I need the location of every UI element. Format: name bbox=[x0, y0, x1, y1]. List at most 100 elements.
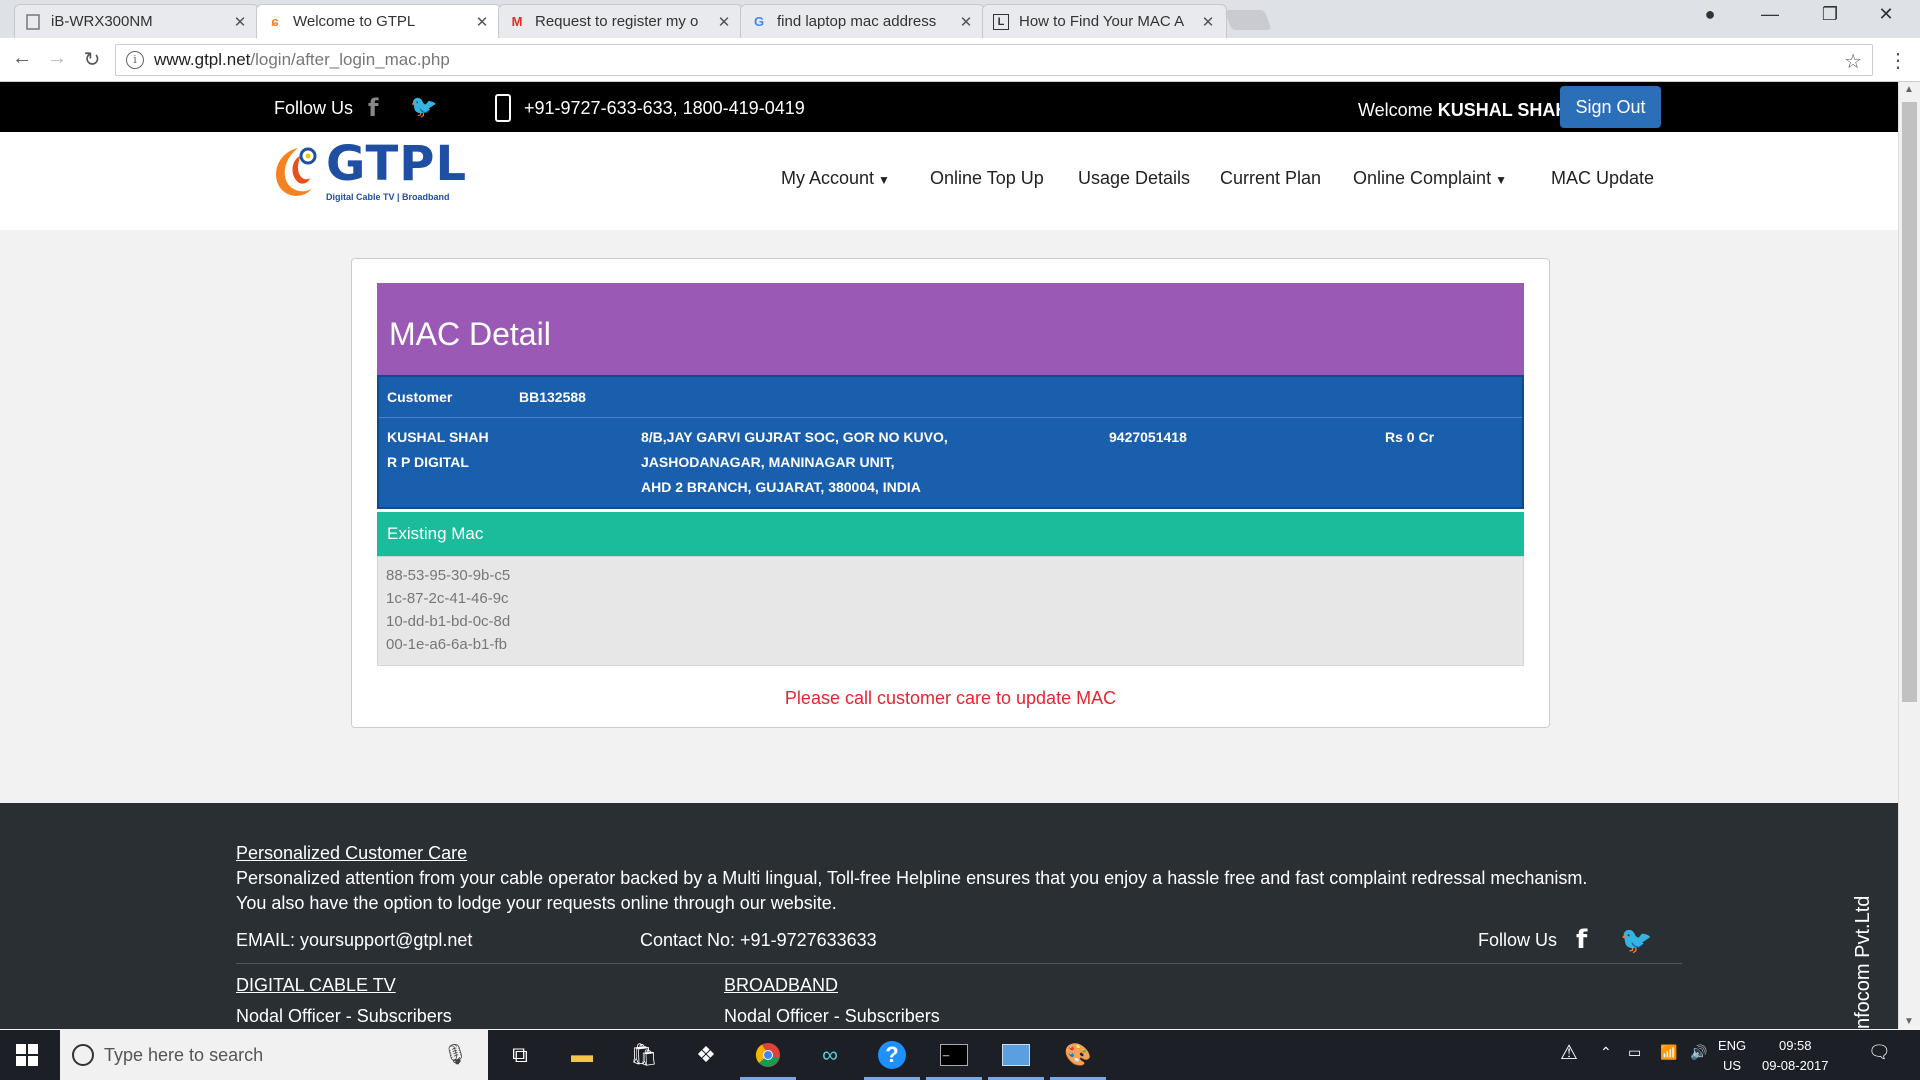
input-language[interactable]: ENG US bbox=[1718, 1036, 1746, 1076]
tab-google-search[interactable]: G find laptop mac address ✕ bbox=[740, 4, 985, 38]
nav-mac-update[interactable]: MAC Update bbox=[1551, 168, 1654, 189]
gtpl-icon: ɕ bbox=[271, 14, 279, 29]
info-icon[interactable]: i bbox=[126, 51, 144, 69]
gtpl-logo[interactable]: GTPL Digital Cable TV | Broadband bbox=[270, 136, 466, 206]
l-icon: L bbox=[993, 13, 1009, 30]
wifi-icon[interactable]: 📶 bbox=[1660, 1044, 1677, 1061]
facebook-icon[interactable]: f bbox=[368, 94, 378, 122]
url-input[interactable]: i www.gtpl.net/login/after_login_mac.php… bbox=[115, 44, 1873, 76]
url-host: www.gtpl.net bbox=[154, 50, 251, 69]
infinity-icon[interactable]: ∞ bbox=[810, 1038, 850, 1072]
nav-label: My Account bbox=[781, 168, 875, 188]
site-top-bar: Follow Us f 🐦 +91-9727-633-633, 1800-419… bbox=[0, 82, 1898, 132]
back-arrow-icon[interactable]: ← bbox=[10, 47, 34, 70]
close-icon[interactable]: ✕ bbox=[474, 13, 490, 31]
dropbox-icon[interactable]: ❖ bbox=[686, 1038, 726, 1072]
care-title: Personalized Customer Care bbox=[236, 843, 468, 863]
terminal-icon[interactable]: _ bbox=[926, 1038, 982, 1080]
customer-balance: Rs 0 Cr bbox=[1385, 429, 1435, 445]
nav-my-account[interactable]: My Account ▼ bbox=[781, 168, 890, 189]
forward-arrow-icon[interactable]: → bbox=[45, 47, 69, 70]
nav-usage-details[interactable]: Usage Details bbox=[1078, 168, 1190, 189]
scroll-up-icon[interactable]: ▲ bbox=[1904, 84, 1914, 95]
scroll-down-icon[interactable]: ▼ bbox=[1904, 1016, 1914, 1027]
nav-online-complaint[interactable]: Online Complaint ▼ bbox=[1353, 168, 1507, 189]
bookmark-star-icon[interactable]: ☆ bbox=[1844, 49, 1862, 74]
window-close-icon[interactable]: ✕ bbox=[1866, 4, 1906, 25]
digital-cable-link[interactable]: DIGITAL CABLE TV bbox=[236, 975, 396, 996]
customer-id: BB132588 bbox=[519, 389, 586, 405]
url-path: /login/after_login_mac.php bbox=[250, 50, 450, 69]
tray-expand-icon[interactable]: ⌃ bbox=[1600, 1044, 1612, 1061]
file-explorer-icon[interactable]: ▬ bbox=[562, 1038, 602, 1072]
footer-email[interactable]: EMAIL: yoursupport@gtpl.net bbox=[236, 930, 472, 951]
nav-online-top-up[interactable]: Online Top Up bbox=[930, 168, 1044, 189]
tab-title: Welcome to GTPL bbox=[293, 13, 416, 30]
system-clock[interactable]: 09:58 09-08-2017 bbox=[1762, 1036, 1829, 1076]
nodal-officer-1: Nodal Officer - Subscribers bbox=[236, 1006, 452, 1026]
paint-icon[interactable]: 🎨 bbox=[1050, 1038, 1106, 1080]
new-tab-button[interactable] bbox=[1224, 10, 1272, 30]
gmail-icon: M bbox=[511, 14, 523, 29]
update-warning-icon[interactable]: ⚠ bbox=[1560, 1040, 1578, 1065]
user-name: KUSHAL SHAH bbox=[1437, 100, 1569, 120]
tab-how-to-find-mac[interactable]: L How to Find Your MAC A ✕ bbox=[982, 4, 1227, 38]
chrome-icon[interactable] bbox=[740, 1038, 796, 1080]
lang-bottom: US bbox=[1723, 1058, 1742, 1073]
help-icon[interactable]: ? bbox=[864, 1038, 920, 1080]
browser-tab-strip: iB-WRX300NM ✕ ɕ Welcome to GTPL ✕ M Requ… bbox=[0, 0, 1920, 38]
cortana-icon bbox=[72, 1044, 94, 1066]
close-icon[interactable]: ✕ bbox=[716, 13, 732, 31]
store-icon[interactable]: 🛍 bbox=[624, 1038, 664, 1072]
mac-detail-title: MAC Detail bbox=[389, 316, 551, 352]
row-divider bbox=[379, 417, 1522, 418]
scrollbar-thumb[interactable] bbox=[1902, 102, 1917, 702]
tab-title: Request to register my o bbox=[535, 13, 699, 30]
lang-top: ENG bbox=[1718, 1038, 1747, 1053]
menu-kebab-icon[interactable]: ⋮ bbox=[1888, 48, 1908, 73]
footer-vertical-text: nfocom Pvt.Ltd bbox=[1852, 895, 1874, 1029]
page-scrollbar[interactable]: ▲ ▼ bbox=[1898, 82, 1920, 1029]
broadband-link[interactable]: BROADBAND bbox=[724, 975, 838, 996]
page-icon bbox=[25, 13, 41, 30]
mac-detail-card: MAC Detail Customer BB132588 KUSHAL SHAH… bbox=[351, 258, 1550, 728]
facebook-icon[interactable]: f bbox=[1576, 925, 1587, 955]
twitter-icon[interactable]: 🐦 bbox=[1620, 925, 1652, 956]
volume-icon[interactable]: 🔊 bbox=[1690, 1044, 1707, 1061]
tab-title: find laptop mac address bbox=[777, 13, 937, 30]
profile-icon[interactable]: ● bbox=[1690, 4, 1730, 25]
nodal-officer-2: Nodal Officer - Subscribers bbox=[724, 1006, 940, 1026]
control-panel-icon[interactable] bbox=[988, 1038, 1044, 1080]
site-footer: Personalized Customer Care Personalized … bbox=[0, 803, 1898, 1029]
mac-address: 88-53-95-30-9b-c5 bbox=[386, 567, 511, 584]
tab-welcome-gtpl[interactable]: ɕ Welcome to GTPL ✕ bbox=[256, 4, 501, 38]
phone-icon bbox=[495, 94, 511, 122]
footer-contact: Contact No: +91-9727633633 bbox=[640, 930, 877, 950]
close-icon[interactable]: ✕ bbox=[232, 13, 248, 31]
sign-out-button[interactable]: Sign Out bbox=[1560, 86, 1661, 128]
tab-ib-wrx300nm[interactable]: iB-WRX300NM ✕ bbox=[14, 4, 259, 38]
gtpl-swirl-icon bbox=[276, 147, 317, 196]
reload-icon[interactable]: ↻ bbox=[80, 47, 104, 72]
nav-current-plan[interactable]: Current Plan bbox=[1220, 168, 1321, 189]
microphone-icon[interactable]: 🎙 bbox=[443, 1042, 468, 1067]
close-icon[interactable]: ✕ bbox=[958, 13, 974, 31]
minimize-icon[interactable]: — bbox=[1750, 4, 1790, 25]
close-icon[interactable]: ✕ bbox=[1200, 13, 1216, 31]
twitter-icon[interactable]: 🐦 bbox=[410, 94, 437, 120]
restore-icon[interactable]: ❐ bbox=[1810, 4, 1850, 25]
clock-time: 09:58 bbox=[1778, 1038, 1812, 1053]
windows-taskbar: Type here to search 🎙 ⧉ ▬ 🛍 ❖ ∞ ? _ 🎨 ⚠ … bbox=[0, 1030, 1920, 1080]
tab-gmail-request[interactable]: M Request to register my o ✕ bbox=[498, 4, 743, 38]
action-center-icon[interactable]: 🗨 bbox=[1868, 1042, 1891, 1063]
battery-icon[interactable]: ▭ bbox=[1628, 1044, 1641, 1061]
existing-mac-label: Existing Mac bbox=[387, 524, 484, 543]
windows-start-icon[interactable] bbox=[16, 1044, 38, 1066]
address-line-1: 8/B,JAY GARVI GUJRAT SOC, GOR NO KUVO, bbox=[641, 429, 948, 445]
customer-label: Customer bbox=[387, 389, 453, 405]
task-view-icon[interactable]: ⧉ bbox=[500, 1038, 540, 1072]
taskbar-search-input[interactable]: Type here to search 🎙 bbox=[60, 1030, 488, 1080]
customer-operator: R P DIGITAL bbox=[387, 454, 469, 470]
site-header: GTPL Digital Cable TV | Broadband My Acc… bbox=[0, 132, 1898, 230]
clock-date: 09-08-2017 bbox=[1762, 1058, 1829, 1073]
